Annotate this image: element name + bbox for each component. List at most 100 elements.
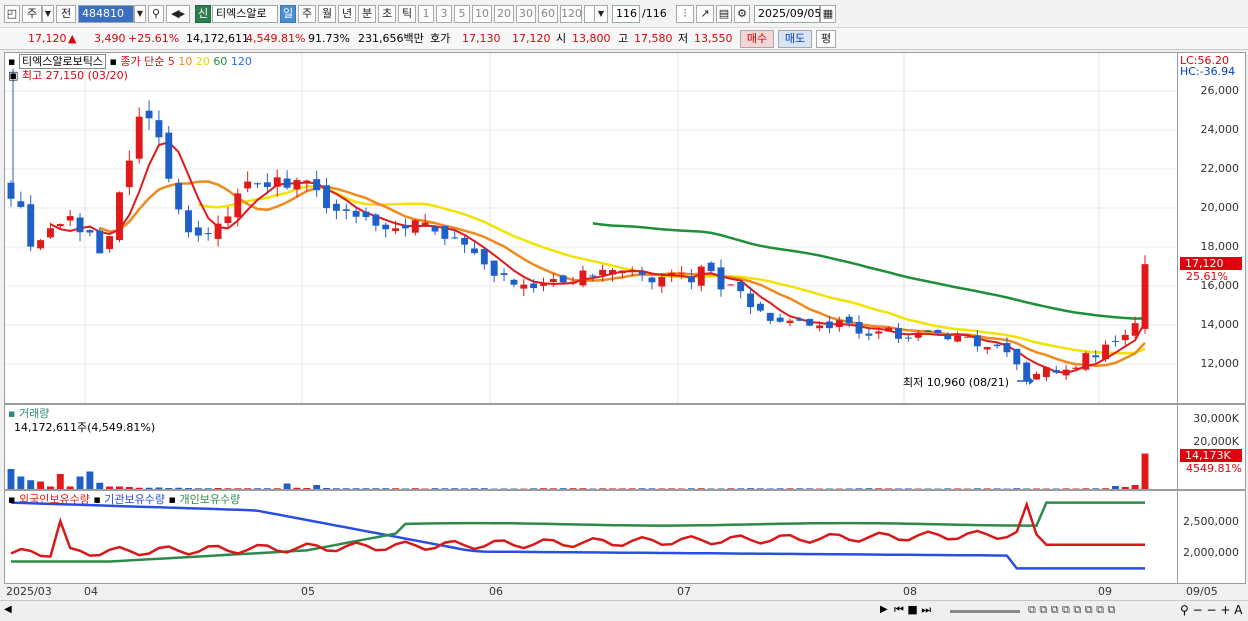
candle-body (845, 316, 853, 324)
zoom-slider[interactable] (950, 610, 1020, 613)
candle-body (973, 335, 981, 347)
window-icon[interactable]: ◰ (4, 5, 20, 23)
period-select[interactable]: 전 (56, 5, 76, 23)
quote-ask: 17,130 (462, 32, 501, 45)
layout-icons[interactable]: ⧉ ⧉ ⧉ ⧉ ⧉ ⧉ ⧉ ⧉ (1028, 603, 1115, 617)
volume-bar (668, 488, 676, 489)
volume-bar (96, 482, 104, 489)
candle-body (658, 277, 666, 287)
interval-60[interactable]: 60 (538, 5, 558, 23)
price-pane[interactable] (4, 52, 1178, 404)
candle-body (786, 320, 794, 324)
candle-body (421, 222, 429, 226)
volume-bar (628, 488, 636, 489)
candle-body (342, 209, 350, 211)
scroll-right-icon[interactable]: ▶ (880, 604, 888, 615)
legend-ma20: 20 (195, 55, 210, 68)
volume-bar (747, 488, 755, 489)
volume-bar (194, 488, 202, 489)
candle-body (895, 328, 902, 339)
tab-second[interactable]: 초 (378, 5, 396, 23)
volume-bar (737, 488, 745, 489)
volume-bar (1062, 488, 1070, 489)
tab-day[interactable]: 일 (280, 5, 296, 23)
ytick-20000: 20,000 (1200, 201, 1240, 214)
tab-year[interactable]: 년 (338, 5, 356, 23)
date-input[interactable]: 2025/09/05 (754, 5, 821, 23)
candle-body (737, 281, 745, 292)
count-input[interactable]: 116 (612, 5, 640, 23)
interval-20[interactable]: 20 (494, 5, 514, 23)
candle-body (293, 180, 301, 190)
play-controls-icon[interactable]: ⏮ ■ ⏭ (894, 603, 931, 617)
calendar-icon[interactable]: ▦ (820, 5, 836, 23)
price-chart[interactable] (5, 53, 1177, 403)
volume-bar (263, 488, 271, 489)
candle-body (687, 276, 695, 283)
volume-bar (283, 483, 291, 489)
last-price-pct: 25.61% (1186, 270, 1228, 283)
sell-button[interactable]: 매도 (778, 30, 812, 48)
tab-month[interactable]: 월 (318, 5, 336, 23)
candle-body (579, 270, 587, 286)
zoom-controls-icon[interactable]: ⚲ − − + A (1180, 603, 1242, 617)
candle-body (776, 317, 784, 322)
buy-button[interactable]: 매수 (740, 30, 774, 48)
candle-body (372, 214, 380, 226)
candle-body (273, 177, 281, 187)
search-icon[interactable]: ⚲ (148, 5, 164, 23)
volume-bar (273, 488, 281, 489)
volume-bar (135, 487, 143, 489)
candle-body (175, 183, 183, 210)
volume-bar (106, 486, 114, 489)
candle-body (480, 249, 488, 265)
legend-indiv: 개인보유수량 (179, 493, 241, 506)
candle-body (1092, 355, 1100, 358)
volume-bar (7, 469, 15, 489)
lock-icon[interactable]: ▣ (8, 69, 18, 82)
volume-bar (431, 488, 439, 489)
volume-bar (254, 488, 261, 489)
scroll-left-icon[interactable]: ◀ (4, 604, 12, 615)
interval-dropdown-icon[interactable]: ▼ (594, 5, 608, 23)
interval-30[interactable]: 30 (516, 5, 536, 23)
quote-low: 13,550 (694, 32, 733, 45)
interval-1[interactable]: 1 (418, 5, 434, 23)
market-select[interactable]: 주 (22, 5, 42, 23)
tab-minute[interactable]: 분 (358, 5, 376, 23)
candle-body (1042, 367, 1050, 378)
ytick-22000: 22,000 (1200, 162, 1240, 175)
volume-chart[interactable] (5, 405, 1177, 489)
interval-5[interactable]: 5 (454, 5, 470, 23)
stock-name-field[interactable]: 티엑스알로 (212, 5, 278, 23)
code-input[interactable]: 484810 (78, 5, 134, 23)
tab-week[interactable]: 주 (298, 5, 316, 23)
sound-icon[interactable]: ◀▸ (166, 5, 190, 23)
volume-bar (1141, 453, 1149, 489)
interval-10[interactable]: 10 (472, 5, 492, 23)
save-icon[interactable]: ▤ (716, 5, 732, 23)
volume-bar (885, 488, 893, 489)
volume-bar (845, 488, 853, 489)
ytick-18000: 18,000 (1200, 240, 1240, 253)
vol-last-pct: 4549.81% (1186, 462, 1242, 475)
interval-3[interactable]: 3 (436, 5, 452, 23)
quote-price: 17,120 (28, 32, 67, 45)
draw-tool-icon[interactable]: ↗ (696, 5, 714, 23)
eval-button[interactable]: 평 (816, 30, 836, 48)
candle-body (362, 211, 370, 218)
code-dropdown-icon[interactable]: ▼ (134, 5, 146, 23)
candle-body (1141, 264, 1149, 329)
volume-pane[interactable] (4, 404, 1178, 490)
tab-tick[interactable]: 틱 (398, 5, 416, 23)
bottom-scrollbar[interactable]: ◀ ▶ ⏮ ■ ⏭ ⧉ ⧉ ⧉ ⧉ ⧉ ⧉ ⧉ ⧉ ⚲ − − + A (0, 600, 1248, 621)
quote-change-pct: +25.61% (128, 32, 180, 45)
market-dropdown-icon[interactable]: ▼ (42, 5, 54, 23)
interval-120[interactable]: 120 (560, 5, 582, 23)
holdings-axis: 2,500,000 2,000,000 (1178, 490, 1246, 584)
chart-type-icon[interactable]: ⫶ (676, 5, 694, 23)
volume-bar (895, 488, 902, 489)
candle-body (392, 228, 400, 232)
volume-value: 14,172,611주(4,549.81%) (14, 421, 156, 434)
gear-icon[interactable]: ⚙ (734, 5, 750, 23)
